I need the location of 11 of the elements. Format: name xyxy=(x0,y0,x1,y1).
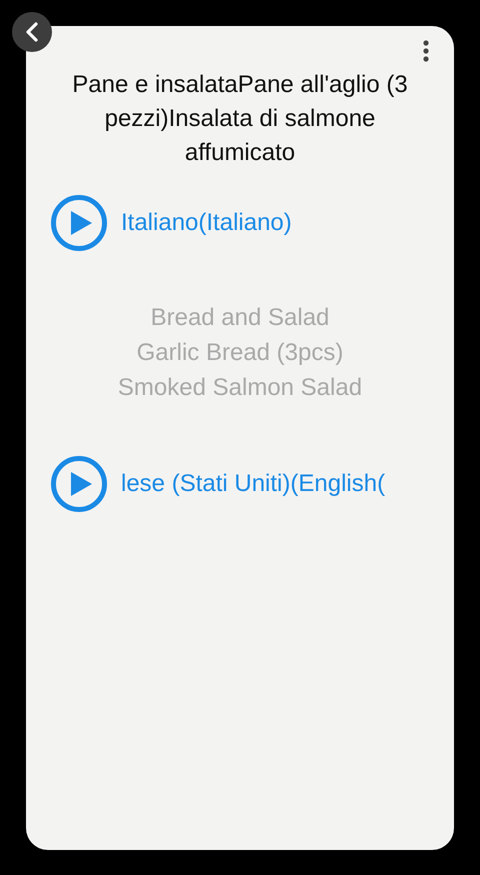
translation-line: Bread and Salad xyxy=(150,303,330,333)
back-button[interactable] xyxy=(12,12,52,52)
language-label[interactable]: lese (Stati Uniti)(English( xyxy=(121,470,386,497)
translation-line: Smoked Salmon Salad xyxy=(118,373,362,403)
play-icon[interactable] xyxy=(50,194,108,252)
translation-line: Garlic Bread (3pcs) xyxy=(136,338,344,368)
dish-title: Pane e insalataPane all'aglio (3 pezzi)Insalata di salmone affumicato xyxy=(71,70,409,168)
more-icon[interactable] xyxy=(422,40,430,62)
back-icon xyxy=(25,21,39,43)
language-label[interactable]: Italiano(Italiano) xyxy=(121,209,292,236)
play-icon[interactable] xyxy=(50,455,108,513)
